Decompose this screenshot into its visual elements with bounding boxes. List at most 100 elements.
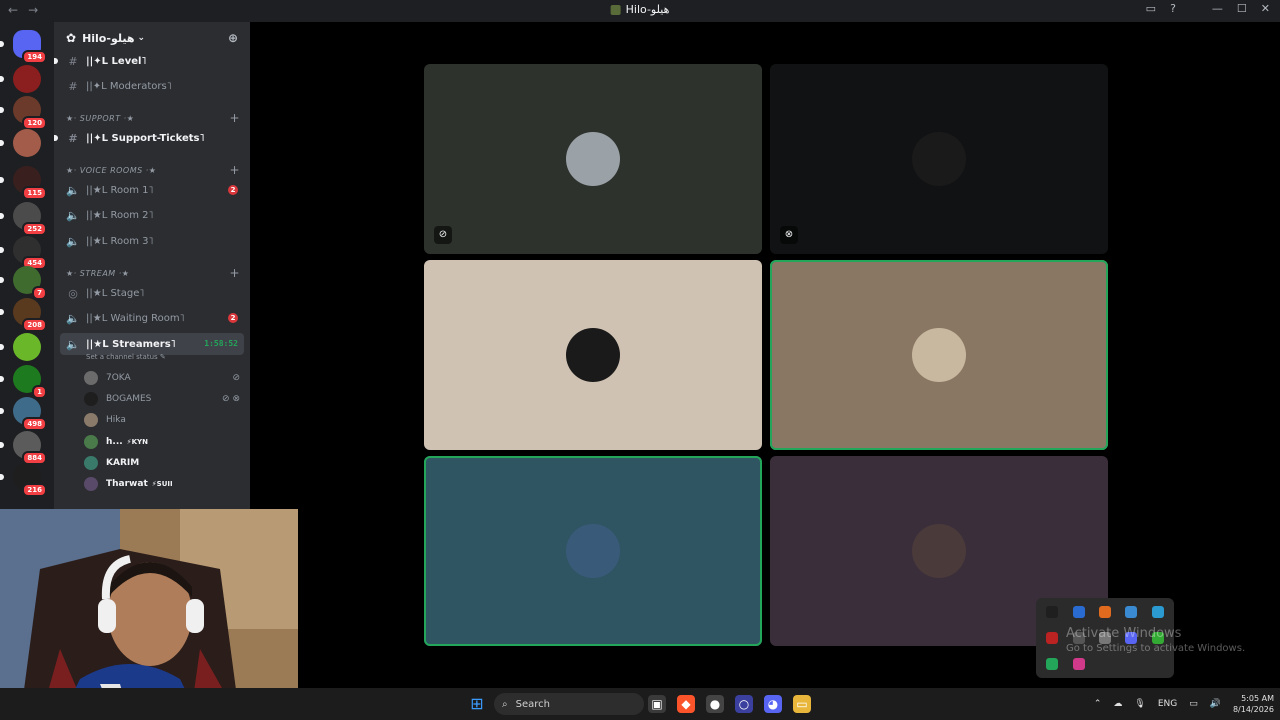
server-icon[interactable]: 454 [0,236,47,270]
minimize-icon[interactable]: — [1212,2,1223,15]
muted-deafened-icon: ⊘ ⊗ [222,394,240,404]
voice-user-name: Tharwat [106,479,148,489]
channel-moderators[interactable]: # ||✦L Moderators˥ [60,75,244,97]
voice-user-name: Hika [106,415,126,425]
create-channel-icon[interactable]: + [229,111,240,125]
unread-pill [0,474,4,480]
history-nav: ← → [8,3,38,17]
server-icon[interactable]: 252 [0,202,47,236]
app-pink-icon[interactable] [1073,658,1085,670]
steam-icon[interactable] [1152,606,1164,618]
volume-icon[interactable]: 🔊 [1210,699,1221,709]
activation-title: Activate Windows [1066,626,1182,641]
hash-icon: # [68,54,78,68]
task-view-icon[interactable]: ▣ [648,695,666,713]
server-icon[interactable] [0,333,41,361]
window-controls: ▭ ? — ☐ ✕ [1146,2,1270,15]
app-ring-icon[interactable]: ○ [735,695,753,713]
voice-user[interactable]: Hika [84,411,240,429]
channel-label: ||★L Waiting Room˥ [86,312,185,324]
antivirus-icon[interactable] [1046,632,1058,644]
close-icon[interactable]: ✕ [1261,2,1270,15]
pencil-icon: ✎ [159,353,166,361]
mention-badge: 7 [32,286,47,300]
onedrive-icon[interactable]: ☁ [1113,699,1122,709]
video-tile[interactable] [770,260,1108,450]
avatar [84,371,98,385]
steelseries-icon[interactable] [1046,606,1058,618]
clock[interactable]: 5:05 AM 8/14/2026 [1233,693,1274,715]
voice-user[interactable]: KARIM [84,454,240,472]
server-icon[interactable] [0,65,41,93]
video-tile[interactable]: ⊗ [770,64,1108,254]
create-channel-icon[interactable]: + [229,163,240,177]
category-support[interactable]: ★· SUPPORT ·★ + [66,111,240,125]
server-icon[interactable] [0,129,41,157]
server-icon[interactable]: 216 [0,463,47,497]
video-tile[interactable] [424,260,762,450]
server-icon[interactable]: 208 [0,298,47,332]
channel-status-prompt[interactable]: Set a channel status ✎ [86,353,166,361]
server-icon[interactable]: 498 [0,397,47,431]
tray-chevron-up-icon[interactable]: ⌃ [1094,699,1102,709]
channel-level[interactable]: # ||✦L Level˥ [54,50,244,72]
create-channel-icon[interactable]: + [229,266,240,280]
participant-avatar [566,524,620,578]
server-icon[interactable]: 1 [0,365,47,399]
unread-pill [0,41,4,47]
voice-channel-waiting-room[interactable]: 🔈 ||★L Waiting Room˥ 2 [60,307,244,329]
unread-pill [0,442,4,448]
voice-user[interactable]: Tharwat ⚡SUII [84,475,240,493]
voice-user[interactable]: h... ⚡KYN [84,433,240,451]
category-stream[interactable]: ★· STREAM ·★ + [66,266,240,280]
avatar [84,435,98,449]
brave-browser-icon[interactable]: ◆ [677,695,695,713]
channel-label: ||★L Room 2˥ [86,209,154,221]
mention-badge: 1 [32,385,47,399]
browser-icon[interactable] [1125,606,1137,618]
server-icon[interactable]: 884 [0,431,47,465]
channel-support-tickets[interactable]: # ||✦L Support-Tickets˥ [54,127,244,149]
inbox-icon[interactable]: ▭ [1146,2,1156,15]
invite-people-icon[interactable]: ⊕ [228,31,238,45]
voice-user-name: KARIM [106,458,140,468]
forward-arrow-icon[interactable]: → [28,3,38,17]
voice-channel-room-2[interactable]: 🔈 ||★L Room 2˥ [60,204,244,226]
microphone-icon[interactable]: 🎙 [1134,699,1145,709]
network-icon[interactable]: ▭ [1189,699,1198,709]
voice-channel-room-1[interactable]: 🔈 ||★L Room 1˥ 2 [60,179,244,201]
maximize-icon[interactable]: ☐ [1237,2,1247,15]
category-label: ★· VOICE ROOMS ·★ [66,165,157,175]
mention-badge: 120 [22,116,47,130]
status-green-icon[interactable] [1046,658,1058,670]
category-label: ★· SUPPORT ·★ [66,113,135,123]
search-label: Search [515,698,550,710]
obs-icon[interactable]: ● [706,695,724,713]
voice-user[interactable]: 7OKA ⊘ [84,369,240,387]
unread-pill [0,344,4,350]
voice-user[interactable]: BOGAMES ⊘ ⊗ [84,390,240,408]
language-indicator[interactable]: ENG [1158,699,1177,709]
taskbar-search[interactable]: ⌕ Search [494,693,644,715]
server-icon[interactable]: 115 [0,166,47,200]
video-tile[interactable]: ⊘ [424,64,762,254]
help-icon[interactable]: ? [1170,2,1176,15]
server-icon[interactable]: 194 [0,30,47,64]
title-bar: ← → Hilo-هيلو ▭ ? — ☐ ✕ [0,0,1280,22]
app-orange-icon[interactable] [1099,606,1111,618]
server-icon[interactable]: 7 [0,266,47,300]
file-explorer-icon[interactable]: ▭ [793,695,811,713]
server-icon[interactable]: 120 [0,96,47,130]
category-voice-rooms[interactable]: ★· VOICE ROOMS ·★ + [66,163,240,177]
voice-channel-room-3[interactable]: 🔈 ||★L Room 3˥ [60,230,244,252]
settings-app-icon[interactable] [1073,606,1085,618]
video-tile[interactable] [424,456,762,646]
discord-icon[interactable]: ◕ [764,695,782,713]
stage-channel[interactable]: ◎ ||★L Stage˥ [60,282,244,304]
back-arrow-icon[interactable]: ← [8,3,18,17]
start-windows-icon[interactable]: ⊞ [468,695,486,713]
user-count-badge: 2 [228,313,238,323]
voice-channel-streamers[interactable]: 🔈 ||★L Streamers˥ 1:58:52 [60,333,244,355]
participant-avatar [912,524,966,578]
unread-pill [0,140,4,146]
